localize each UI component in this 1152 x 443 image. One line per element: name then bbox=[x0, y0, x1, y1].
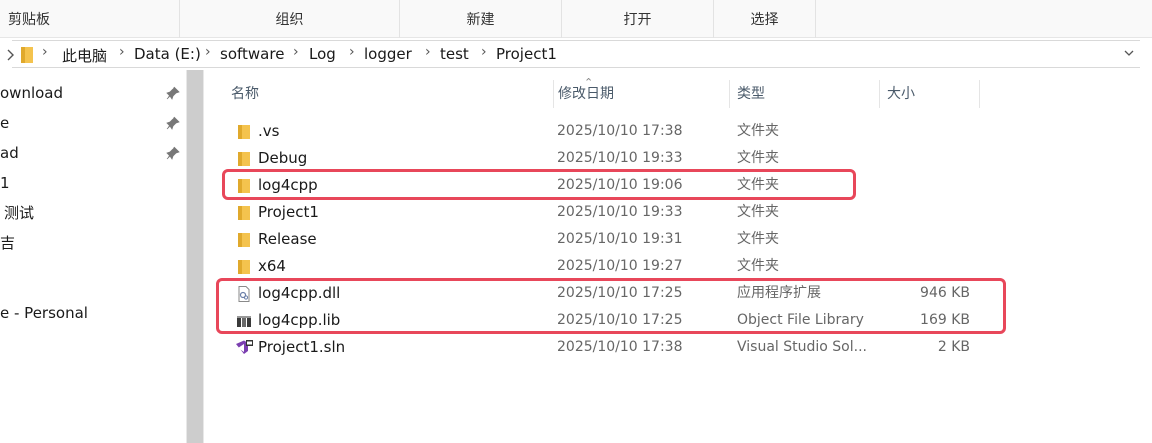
file-date: 2025/10/10 19:27 bbox=[557, 258, 683, 274]
file-row[interactable]: x64 2025/10/10 19:27 文件夹 bbox=[204, 253, 1152, 280]
nav-item-1[interactable]: 1 bbox=[0, 169, 10, 197]
breadcrumb-project1[interactable]: Project1 bbox=[496, 45, 557, 63]
breadcrumb-log[interactable]: Log bbox=[309, 45, 336, 63]
folder-icon bbox=[238, 125, 250, 139]
breadcrumb-separator[interactable]: › bbox=[425, 44, 431, 60]
pin-icon[interactable] bbox=[166, 146, 180, 160]
ribbon-group-clipboard[interactable]: 剪贴板 bbox=[0, 0, 180, 38]
file-date: 2025/10/10 19:31 bbox=[557, 231, 683, 247]
file-date: 2025/10/10 19:33 bbox=[557, 204, 683, 220]
file-size bbox=[887, 145, 970, 172]
file-type: 文件夹 bbox=[737, 231, 779, 247]
file-type: 文件夹 bbox=[737, 258, 779, 274]
breadcrumb-software[interactable]: software bbox=[220, 45, 284, 63]
nav-item-download[interactable]: ownload bbox=[0, 79, 63, 107]
ribbon-group-select[interactable]: 选择 bbox=[714, 0, 816, 38]
breadcrumb-separator[interactable]: › bbox=[349, 44, 355, 60]
column-header-date[interactable]: 修改日期 bbox=[554, 80, 730, 108]
file-type: Visual Studio Sol... bbox=[737, 339, 867, 355]
file-size bbox=[887, 118, 970, 145]
navigation-pane: ownload e ad 1 测试 吉 e - Personal bbox=[0, 70, 186, 443]
file-size bbox=[887, 199, 970, 226]
file-name[interactable]: Project1 bbox=[258, 199, 548, 226]
file-date: 2025/10/10 17:38 bbox=[557, 339, 683, 355]
address-bar[interactable]: › 此电脑 › Data (E:) › software › Log › log… bbox=[0, 40, 1152, 70]
file-size bbox=[887, 172, 970, 199]
file-date: 2025/10/10 19:33 bbox=[557, 150, 683, 166]
breadcrumb-separator[interactable]: › bbox=[205, 44, 211, 60]
nav-item-ji[interactable]: 吉 bbox=[0, 229, 15, 257]
highlight-box-library-files bbox=[216, 278, 1006, 334]
folder-icon bbox=[238, 206, 250, 220]
file-row[interactable]: .vs 2025/10/10 17:38 文件夹 bbox=[204, 118, 1152, 145]
file-type: 文件夹 bbox=[737, 204, 779, 220]
breadcrumb-separator[interactable]: › bbox=[481, 44, 487, 60]
visual-studio-solution-icon bbox=[236, 340, 253, 354]
chevron-down-icon[interactable] bbox=[1124, 49, 1134, 57]
highlight-box-folder bbox=[222, 169, 856, 200]
breadcrumb-separator[interactable]: › bbox=[42, 44, 48, 60]
file-name[interactable]: Debug bbox=[258, 145, 548, 172]
pin-icon[interactable] bbox=[166, 86, 180, 100]
ribbon: 剪贴板 组织 新建 打开 选择 bbox=[0, 0, 1152, 38]
file-size bbox=[887, 226, 970, 253]
file-row[interactable]: Release 2025/10/10 19:31 文件夹 bbox=[204, 226, 1152, 253]
file-name[interactable]: Project1.sln bbox=[258, 334, 548, 361]
file-type: 文件夹 bbox=[737, 150, 779, 166]
pin-icon[interactable] bbox=[166, 116, 180, 130]
file-name[interactable]: .vs bbox=[258, 118, 548, 145]
file-row[interactable]: Project1.sln 2025/10/10 17:38 Visual Stu… bbox=[204, 334, 1152, 361]
chevron-right-icon[interactable] bbox=[6, 48, 16, 62]
column-header-name[interactable]: 名称 bbox=[222, 80, 554, 108]
file-row[interactable]: Debug 2025/10/10 19:33 文件夹 bbox=[204, 145, 1152, 172]
file-row[interactable]: Project1 2025/10/10 19:33 文件夹 bbox=[204, 199, 1152, 226]
folder-icon bbox=[21, 47, 33, 63]
file-size bbox=[887, 253, 970, 280]
file-name[interactable]: x64 bbox=[258, 253, 548, 280]
column-header-type[interactable]: 类型 bbox=[730, 80, 880, 108]
ribbon-group-new[interactable]: 新建 bbox=[400, 0, 562, 38]
breadcrumb-separator[interactable]: › bbox=[293, 44, 299, 60]
file-list: 名称 ⌃ 修改日期 类型 大小 .vs 2025/10/10 17:38 文件夹… bbox=[204, 70, 1152, 443]
nav-item-test[interactable]: 测试 bbox=[4, 199, 34, 227]
nav-item-ad[interactable]: ad bbox=[0, 139, 19, 167]
breadcrumb-separator[interactable]: › bbox=[119, 44, 125, 60]
folder-icon bbox=[238, 260, 250, 274]
column-header-size[interactable]: 大小 bbox=[880, 80, 980, 108]
file-size: 2 KB bbox=[937, 339, 970, 355]
ribbon-group-open[interactable]: 打开 bbox=[562, 0, 714, 38]
ribbon-group-organize[interactable]: 组织 bbox=[180, 0, 400, 38]
address-box[interactable]: › 此电脑 › Data (E:) › software › Log › log… bbox=[7, 40, 1140, 68]
file-name[interactable]: Release bbox=[258, 226, 548, 253]
breadcrumb-this-pc[interactable]: 此电脑 bbox=[62, 45, 107, 66]
breadcrumb-logger[interactable]: logger bbox=[364, 45, 412, 63]
nav-item-e[interactable]: e bbox=[0, 109, 9, 137]
folder-icon bbox=[238, 152, 250, 166]
nav-item-onedrive-personal[interactable]: e - Personal bbox=[0, 299, 88, 327]
breadcrumb-data-drive[interactable]: Data (E:) bbox=[134, 45, 201, 63]
nav-scrollbar-thumb[interactable] bbox=[187, 70, 203, 443]
folder-icon bbox=[238, 233, 250, 247]
file-type: 文件夹 bbox=[737, 123, 779, 139]
breadcrumb-test[interactable]: test bbox=[440, 45, 469, 63]
file-date: 2025/10/10 17:38 bbox=[557, 123, 683, 139]
